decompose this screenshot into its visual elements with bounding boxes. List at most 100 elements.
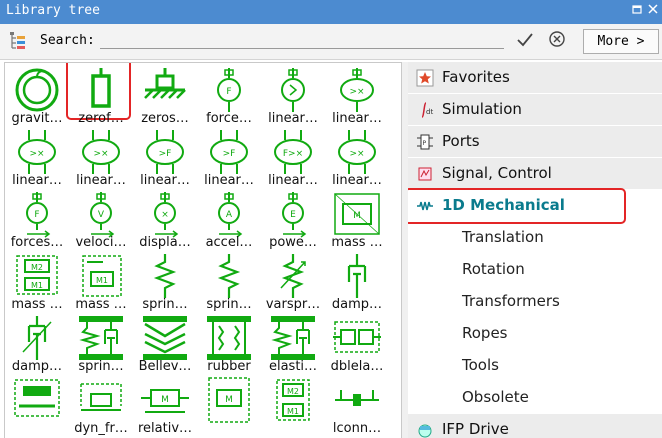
search-input[interactable] [100,32,504,49]
library-tree: Favorites dt Simulation P Ports Signal, Contr… [408,62,662,438]
library-item-label: linear… [332,111,382,126]
library-item-item[interactable] [6,374,68,438]
library-item-acceleration-source[interactable]: Aaccel… [198,188,260,252]
library-item-label: lconn… [332,421,382,436]
library-item-double-elastic[interactable]: dblela… [326,312,388,376]
library-item-damper[interactable]: damp… [326,250,388,314]
signal-icon [416,165,434,183]
library-item-zerospeed[interactable]: zeros… [134,64,196,128]
tree-item-obsolete[interactable]: Obsolete [408,382,662,414]
tree-item-ports[interactable]: P Ports [408,126,662,158]
tree-item-ropes[interactable]: Ropes [408,318,662,350]
zeroforce-icon [91,68,111,108]
spring-icon [217,254,241,298]
checkmark-icon[interactable] [516,31,534,53]
tree-item-rotation[interactable]: Rotation [408,254,662,286]
library-item-linear[interactable]: linear… [262,64,324,128]
library-item-linear[interactable]: >F linear… [198,126,260,190]
svg-text:×: × [161,210,169,220]
library-item-label: dyn_fr… [74,421,128,436]
library-item-power-source[interactable]: Epowe… [262,188,324,252]
library-item-mass-one[interactable]: M1 mass … [70,250,132,314]
mass-two-icon: M2 M1 [16,255,58,295]
library-item-label: linear… [268,173,318,188]
library-item-belleville[interactable]: Bellev… [134,312,196,376]
tree-item-label: Translation [462,228,544,246]
tree-item-label: Signal, Control [442,164,552,182]
library-item-label: relativ… [137,421,193,436]
library-item-item[interactable]: M2 M1 [262,374,324,438]
library-item-label: displa… [139,235,191,250]
library-item-label: force… [206,111,252,126]
svg-text:F: F [34,210,39,220]
library-item-zeroforce[interactable]: zerof… [70,64,132,128]
library-item-linear[interactable]: >× linear… [326,126,388,190]
svg-text:>×: >× [93,149,108,159]
more-button[interactable]: More > [583,29,659,54]
variable-spring-icon [280,254,306,298]
linear-icon: >× [18,130,56,174]
tree-item-label: Simulation [442,100,522,118]
library-item-linear[interactable]: >× linear… [6,126,68,190]
spring-icon [153,254,177,298]
velocity-source-icon: V [90,192,115,238]
library-item-damper[interactable]: damp… [6,312,68,376]
damper-icon [347,254,367,298]
linear-icon: >F [210,130,248,174]
tree-item-transformers[interactable]: Transformers [408,286,662,318]
library-item-label: linear… [140,173,190,188]
clear-icon[interactable] [548,30,566,52]
spring-damper-icon [79,316,123,360]
library-item-label: powe… [269,235,317,250]
item-icon [14,379,60,417]
library-item-label: dblela… [330,359,384,374]
library-item-spring-damper[interactable]: sprin… [70,312,132,376]
svg-text:M1: M1 [287,407,299,416]
library-item-force[interactable]: Fforce… [198,64,260,128]
library-item-force-source[interactable]: Fforces… [6,188,68,252]
double-elastic-icon [333,321,381,353]
tree-item-tools[interactable]: Tools [408,350,662,382]
library-item-linear[interactable]: >× linear… [70,126,132,190]
library-item-label: zeros… [141,111,189,126]
library-item-relative[interactable]: Mrelativ… [134,374,196,438]
linear-icon: >× [338,130,376,174]
library-item-label: varspr… [265,297,321,312]
library-item-gravity[interactable]: gravit… [6,64,68,128]
tree-item-favorites[interactable]: Favorites [408,62,662,94]
svg-text:P: P [423,140,427,147]
star-icon [416,69,434,87]
tree-item-1d-mechanical[interactable]: 1D Mechanical [408,190,662,222]
library-item-dyn-friction[interactable]: dyn_fr… [70,374,132,438]
force-source-icon: F [26,192,51,238]
library-icon-grid: gravit… zerof… zeros… Fforce… linear… >× linea… [4,62,402,438]
svg-text:M1: M1 [31,281,43,290]
library-item-linear[interactable]: F>× linear… [262,126,324,190]
library-item-rubber[interactable]: rubber [198,312,260,376]
library-item-mass[interactable]: Mmass … [326,188,388,252]
library-item-item[interactable]: M [198,374,260,438]
tree-item-ifp-drive[interactable]: IFP Drive [408,414,662,438]
power-source-icon: E [282,192,307,238]
library-item-velocity-source[interactable]: Vveloci… [70,188,132,252]
tree-item-signal-control[interactable]: Signal, Control [408,158,662,190]
acceleration-source-icon: A [218,192,243,238]
close-icon[interactable] [648,4,658,17]
svg-text:M2: M2 [31,263,43,272]
tree-icon[interactable] [8,31,28,55]
linear-icon: >F [146,130,184,174]
float-icon[interactable] [632,4,642,17]
library-item-linear[interactable]: >F linear… [134,126,196,190]
library-item-spring[interactable]: sprin… [134,250,196,314]
belleville-icon [143,316,187,360]
library-item-spring[interactable]: sprin… [198,250,260,314]
library-item-lconnector[interactable]: lconn… [326,374,388,438]
item-icon: M2 M1 [276,379,310,421]
library-item-elastic[interactable]: elasti… [262,312,324,376]
library-item-linear[interactable]: >× linear… [326,64,388,128]
tree-item-simulation[interactable]: dt Simulation [408,94,662,126]
library-item-mass-two[interactable]: M2 M1 mass … [6,250,68,314]
library-item-displacement-source[interactable]: × displa… [134,188,196,252]
library-item-variable-spring[interactable]: varspr… [262,250,324,314]
tree-item-translation[interactable]: Translation [408,222,662,254]
